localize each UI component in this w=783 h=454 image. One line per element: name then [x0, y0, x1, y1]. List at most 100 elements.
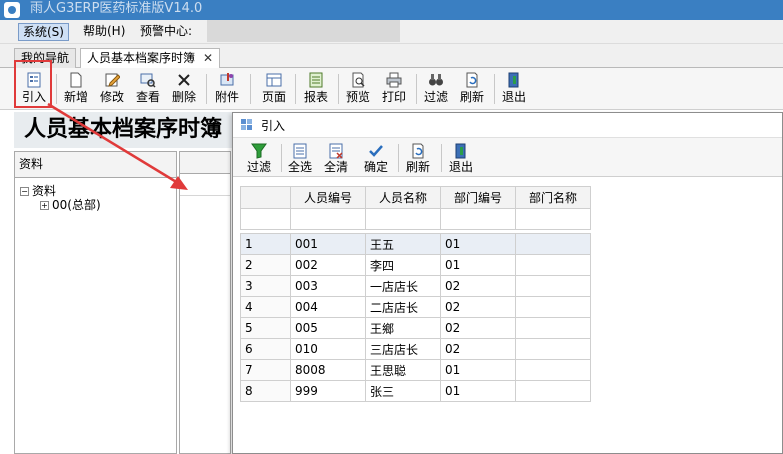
table-cell[interactable]: 01: [440, 359, 516, 381]
report-button[interactable]: 报表: [296, 70, 336, 108]
table-cell[interactable]: 004: [290, 296, 366, 318]
table-row[interactable]: 2 002 李四 01: [240, 254, 591, 276]
refresh-button[interactable]: 刷新: [452, 70, 492, 108]
table-cell[interactable]: [515, 359, 591, 381]
table-cell[interactable]: 张三: [365, 380, 441, 402]
table-cell[interactable]: 王鄉: [365, 317, 441, 339]
filter-cell[interactable]: [290, 208, 366, 230]
printer-icon: [386, 72, 402, 88]
dialog-filter-button[interactable]: 过滤: [241, 140, 277, 176]
table-cell[interactable]: [515, 338, 591, 360]
filter-cell[interactable]: [440, 208, 516, 230]
table-cell[interactable]: 王五: [365, 233, 441, 255]
table-cell[interactable]: 010: [290, 338, 366, 360]
preview-button[interactable]: 预览: [338, 70, 378, 108]
menu-alert-center[interactable]: 预警中心:: [136, 23, 196, 41]
column-header[interactable]: 人员名称: [365, 186, 441, 209]
select-all-label: 全选: [287, 160, 312, 174]
delete-button[interactable]: 删除: [164, 70, 204, 108]
table-row[interactable]: 7 8008 王思聪 01: [240, 359, 591, 381]
tab-label: 人员基本档案序时簿: [87, 51, 196, 65]
table-row[interactable]: 6 010 三店店长 02: [240, 338, 591, 360]
new-button[interactable]: 新增: [56, 70, 96, 108]
table-row[interactable]: 1 001 王五 01: [240, 233, 591, 255]
table-cell[interactable]: 02: [440, 317, 516, 339]
menu-help[interactable]: 帮助(H): [79, 23, 129, 41]
column-header[interactable]: 部门名称: [515, 186, 591, 209]
close-icon[interactable]: ✕: [203, 49, 213, 67]
collapse-icon[interactable]: −: [20, 187, 29, 196]
tab-staff-archive[interactable]: 人员基本档案序时簿 ✕: [80, 48, 221, 69]
expand-icon[interactable]: +: [40, 201, 49, 210]
tree-node-hq[interactable]: +00(总部): [40, 196, 101, 213]
table-cell[interactable]: 王思聪: [365, 359, 441, 381]
list-panel-header: [180, 152, 230, 174]
table-cell[interactable]: 李四: [365, 254, 441, 276]
table-cell[interactable]: 003: [290, 275, 366, 297]
table-row[interactable]: 3 003 一店店长 02: [240, 275, 591, 297]
table-cell[interactable]: 二店店长: [365, 296, 441, 318]
confirm-button[interactable]: 确定: [358, 140, 394, 176]
table-cell[interactable]: [515, 317, 591, 339]
preview-icon: [350, 72, 366, 88]
table-cell[interactable]: 01: [440, 233, 516, 255]
filter-button[interactable]: 过滤: [416, 70, 456, 108]
table-cell[interactable]: [515, 233, 591, 255]
table-cell[interactable]: [515, 275, 591, 297]
attach-button[interactable]: 附件: [207, 70, 247, 108]
report-icon: [308, 72, 324, 88]
edit-icon: [104, 72, 121, 88]
page-button[interactable]: 页面: [254, 70, 294, 108]
filter-cell[interactable]: [365, 208, 441, 230]
row-number-cell[interactable]: 7: [240, 359, 291, 381]
row-number-cell[interactable]: 3: [240, 275, 291, 297]
dialog-exit-button[interactable]: 退出: [443, 140, 479, 176]
table-cell[interactable]: 999: [290, 380, 366, 402]
row-number-header: [240, 186, 291, 209]
table-cell[interactable]: 02: [440, 338, 516, 360]
table-cell[interactable]: [515, 296, 591, 318]
toolbar-separator: [441, 144, 442, 172]
refresh-label: 刷新: [459, 90, 484, 104]
table-row[interactable]: 8 999 张三 01: [240, 380, 591, 402]
column-header[interactable]: 人员编号: [290, 186, 366, 209]
table-cell[interactable]: [515, 254, 591, 276]
row-number-cell[interactable]: 5: [240, 317, 291, 339]
row-number-cell[interactable]: 6: [240, 338, 291, 360]
table-cell[interactable]: 001: [290, 233, 366, 255]
row-number-cell[interactable]: 8: [240, 380, 291, 402]
grid-filter-row: [240, 208, 591, 230]
row-number-cell[interactable]: 4: [240, 296, 291, 318]
table-cell[interactable]: 002: [290, 254, 366, 276]
exit-button[interactable]: 退出: [494, 70, 534, 108]
row-number-cell[interactable]: 1: [240, 233, 291, 255]
table-cell[interactable]: 01: [440, 380, 516, 402]
list-panel-filter-row: [180, 174, 230, 196]
filter-cell[interactable]: [515, 208, 591, 230]
dialog-refresh-label: 刷新: [405, 160, 430, 174]
table-cell[interactable]: 02: [440, 296, 516, 318]
print-button[interactable]: 打印: [374, 70, 414, 108]
table-cell[interactable]: [515, 380, 591, 402]
table-cell[interactable]: 005: [290, 317, 366, 339]
table-cell[interactable]: 02: [440, 275, 516, 297]
column-header[interactable]: 部门编号: [440, 186, 516, 209]
menu-system[interactable]: 系统(S): [18, 23, 69, 41]
edit-button[interactable]: 修改: [92, 70, 132, 108]
table-cell[interactable]: 三店店长: [365, 338, 441, 360]
table-row[interactable]: 4 004 二店店长 02: [240, 296, 591, 318]
table-cell[interactable]: 8008: [290, 359, 366, 381]
row-number-cell[interactable]: 2: [240, 254, 291, 276]
view-button[interactable]: 查看: [128, 70, 168, 108]
clear-all-button[interactable]: 全清: [318, 140, 354, 176]
exit-label: 退出: [501, 90, 526, 104]
print-label: 打印: [381, 90, 406, 104]
table-cell[interactable]: 01: [440, 254, 516, 276]
dialog-refresh-button[interactable]: 刷新: [400, 140, 436, 176]
toolbar-separator: [398, 144, 399, 172]
exit-door-icon: [453, 143, 469, 159]
select-all-button[interactable]: 全选: [282, 140, 318, 176]
grid-header-row: 人员编号 人员名称 部门编号 部门名称: [240, 186, 591, 209]
table-cell[interactable]: 一店店长: [365, 275, 441, 297]
table-row[interactable]: 5 005 王鄉 02: [240, 317, 591, 339]
